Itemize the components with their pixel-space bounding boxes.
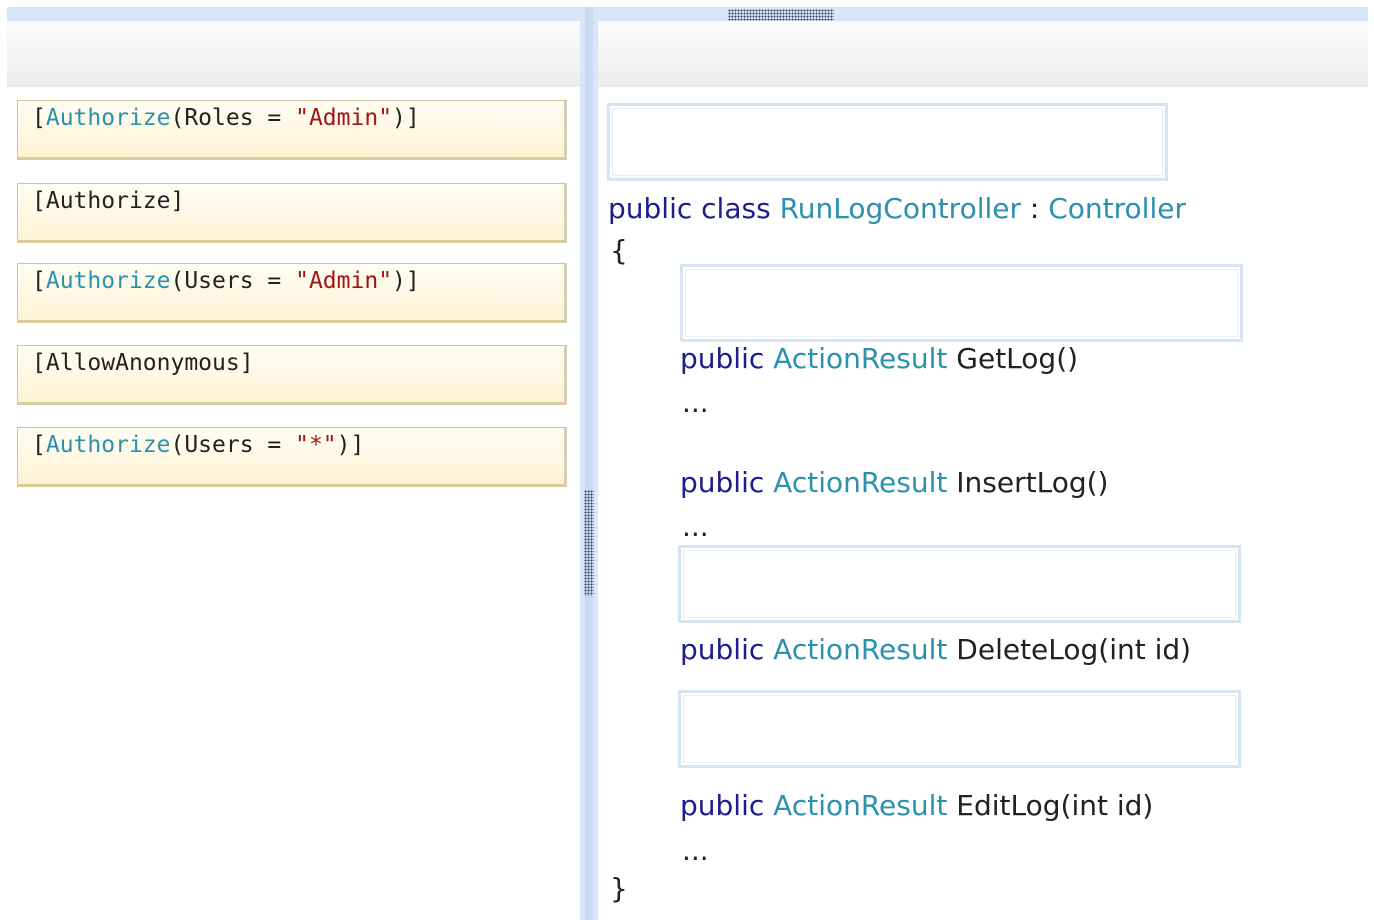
option-authorize-users-admin[interactable]: [Authorize(Users = "Admin")] [17, 263, 567, 323]
method-getlog-body: ... [682, 386, 709, 419]
class-declaration: public class RunLogController : Controll… [608, 192, 1186, 225]
option-allow-anonymous[interactable]: [AllowAnonymous] [17, 345, 567, 405]
drop-target-getlog-attribute[interactable] [680, 264, 1243, 342]
class-open-brace: { [610, 234, 628, 267]
option-authorize-roles-admin[interactable]: [Authorize(Roles = "Admin")] [17, 100, 567, 160]
horizontal-grip-handle[interactable] [728, 9, 834, 21]
method-deletelog: public ActionResult DeleteLog(int id) [680, 633, 1192, 666]
drop-target-deletelog-attribute[interactable] [678, 545, 1241, 623]
method-insertlog-body: ... [682, 510, 709, 543]
vertical-splitter[interactable] [580, 7, 598, 920]
method-editlog: public ActionResult EditLog(int id) [680, 789, 1154, 822]
drop-target-class-attribute[interactable] [607, 103, 1168, 181]
method-insertlog: public ActionResult InsertLog() [680, 466, 1109, 499]
vertical-grip-handle[interactable] [584, 490, 594, 596]
top-splitter-bar[interactable] [7, 7, 1368, 21]
answer-area-header-right [598, 21, 1368, 87]
method-editlog-body: ... [682, 834, 709, 867]
class-close-brace: } [610, 872, 628, 905]
option-authorize[interactable]: [Authorize] [17, 183, 567, 243]
answer-area-header-left [7, 21, 580, 87]
drop-target-editlog-attribute[interactable] [678, 690, 1241, 768]
option-authorize-users-star[interactable]: [Authorize(Users = "*")] [17, 427, 567, 487]
method-getlog: public ActionResult GetLog() [680, 342, 1079, 375]
